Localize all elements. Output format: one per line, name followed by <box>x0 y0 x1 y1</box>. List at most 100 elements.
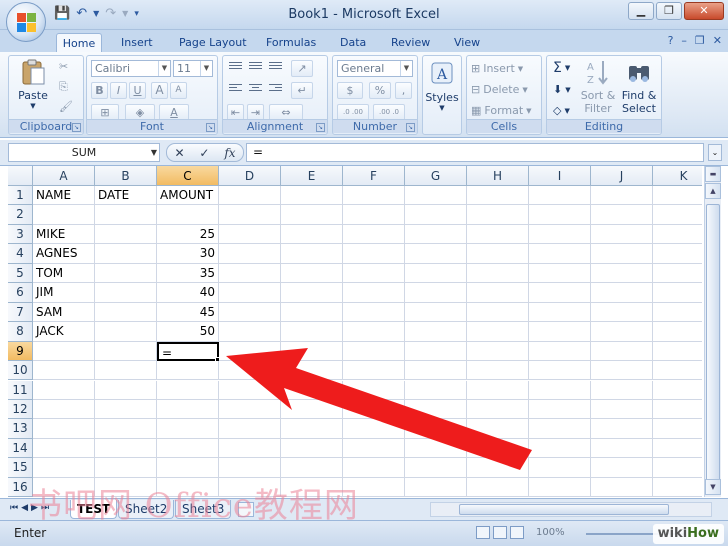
cell-b5[interactable] <box>95 263 157 284</box>
comma-button[interactable]: , <box>395 82 412 99</box>
cell-b9[interactable] <box>95 341 157 361</box>
column-header-f[interactable]: F <box>343 166 405 186</box>
cell-f14[interactable] <box>343 438 405 459</box>
cell-b1[interactable]: DATE <box>95 186 157 206</box>
cell-j11[interactable] <box>591 380 653 400</box>
cell-j9[interactable] <box>591 341 653 361</box>
cell-e2[interactable] <box>281 205 343 225</box>
cell-e3[interactable] <box>281 224 343 245</box>
cell-a5[interactable]: TOM <box>33 263 95 284</box>
cell-a13[interactable] <box>33 419 95 439</box>
cell-c2[interactable] <box>157 205 219 225</box>
horizontal-scrollbar[interactable] <box>430 502 712 517</box>
cell-d7[interactable] <box>219 302 281 323</box>
column-header-h[interactable]: H <box>467 166 529 186</box>
styles-button[interactable]: A Styles ▼ <box>425 60 459 112</box>
cell-k4[interactable] <box>653 244 702 264</box>
cell-g2[interactable] <box>405 205 467 225</box>
cell-h9[interactable] <box>467 341 529 361</box>
cell-k13[interactable] <box>653 419 702 439</box>
cell-a11[interactable] <box>33 380 95 400</box>
tab-data[interactable]: Data <box>336 33 370 52</box>
column-header-a[interactable]: A <box>33 166 95 186</box>
page-break-view-icon[interactable] <box>510 526 524 539</box>
tab-review[interactable]: Review <box>387 33 434 52</box>
cell-c1[interactable]: AMOUNT <box>157 186 219 206</box>
tab-view[interactable]: View <box>450 33 484 52</box>
cell-c13[interactable] <box>157 419 219 439</box>
select-all-corner[interactable] <box>8 166 33 186</box>
align-left-icon[interactable] <box>227 82 244 99</box>
row-header-5[interactable]: 5 <box>8 263 33 284</box>
autosum-button[interactable]: Σ ▼ <box>553 60 570 76</box>
row-header-6[interactable]: 6 <box>8 283 33 303</box>
column-header-e[interactable]: E <box>281 166 343 186</box>
cell-f1[interactable] <box>343 186 405 206</box>
cell-b2[interactable] <box>95 205 157 225</box>
row-header-2[interactable]: 2 <box>8 205 33 225</box>
cell-k5[interactable] <box>653 264 702 284</box>
cell-b8[interactable] <box>95 322 157 342</box>
column-header-i[interactable]: I <box>529 166 591 186</box>
cell-f11[interactable] <box>343 380 405 400</box>
cell-h5[interactable] <box>467 263 529 284</box>
cell-h3[interactable] <box>467 224 529 245</box>
cell-f6[interactable] <box>343 283 405 303</box>
normal-view-icon[interactable] <box>476 526 490 539</box>
cell-j10[interactable] <box>591 361 653 381</box>
cell-j4[interactable] <box>591 244 653 264</box>
row-header-14[interactable]: 14 <box>8 438 33 459</box>
cell-d1[interactable] <box>219 186 281 206</box>
cell-e11[interactable] <box>281 380 343 400</box>
cell-b11[interactable] <box>95 380 157 400</box>
cell-d10[interactable] <box>219 361 281 381</box>
cut-icon[interactable]: ✂ <box>59 60 68 73</box>
cell-b12[interactable] <box>95 399 157 420</box>
cell-j12[interactable] <box>591 399 653 420</box>
cell-b6[interactable] <box>95 283 157 303</box>
help-icon[interactable]: ? <box>668 34 674 47</box>
font-name-combo[interactable]: Calibri ▼ <box>91 60 171 77</box>
row-header-4[interactable]: 4 <box>8 244 33 264</box>
cell-i16[interactable] <box>529 477 591 497</box>
cell-c3[interactable]: 25 <box>157 224 219 245</box>
cell-f8[interactable] <box>343 322 405 342</box>
cell-k11[interactable] <box>653 381 702 400</box>
cell-k2[interactable] <box>653 205 702 225</box>
cell-c8[interactable]: 50 <box>157 322 219 342</box>
paste-dropdown-icon[interactable]: ▼ <box>13 102 53 110</box>
underline-button[interactable]: U <box>129 82 146 99</box>
cell-h7[interactable] <box>467 302 529 323</box>
cell-g9[interactable] <box>405 341 467 361</box>
zoom-level[interactable]: 100% <box>536 527 565 538</box>
cell-d2[interactable] <box>219 205 281 225</box>
cell-d12[interactable] <box>219 399 281 420</box>
cell-f10[interactable] <box>343 361 405 381</box>
row-header-11[interactable]: 11 <box>8 380 33 400</box>
cell-j15[interactable] <box>591 458 653 478</box>
cell-a8[interactable]: JACK <box>33 322 95 342</box>
align-right-icon[interactable] <box>267 82 284 99</box>
align-top-icon[interactable] <box>227 60 244 77</box>
cell-a1[interactable]: NAME <box>33 186 95 206</box>
cell-k9[interactable] <box>653 342 702 361</box>
cell-h15[interactable] <box>467 458 529 478</box>
cell-g3[interactable] <box>405 224 467 245</box>
cell-b4[interactable] <box>95 244 157 264</box>
cell-f5[interactable] <box>343 263 405 284</box>
cell-k14[interactable] <box>653 439 702 459</box>
cell-h1[interactable] <box>467 186 529 206</box>
cell-a9[interactable] <box>33 341 95 361</box>
column-header-c[interactable]: C <box>157 166 219 186</box>
row-header-10[interactable]: 10 <box>8 361 33 381</box>
fill-button[interactable]: ⬇ ▼ <box>553 83 571 96</box>
cell-j7[interactable] <box>591 302 653 323</box>
column-header-b[interactable]: B <box>95 166 157 186</box>
row-header-7[interactable]: 7 <box>8 302 33 323</box>
column-header-k[interactable]: K <box>653 166 702 186</box>
minimize-button[interactable]: ▁ <box>628 2 654 20</box>
cell-i3[interactable] <box>529 224 591 245</box>
cell-a6[interactable]: JIM <box>33 283 95 303</box>
column-header-j[interactable]: J <box>591 166 653 186</box>
workbook-minimize-button[interactable]: – <box>681 34 687 47</box>
